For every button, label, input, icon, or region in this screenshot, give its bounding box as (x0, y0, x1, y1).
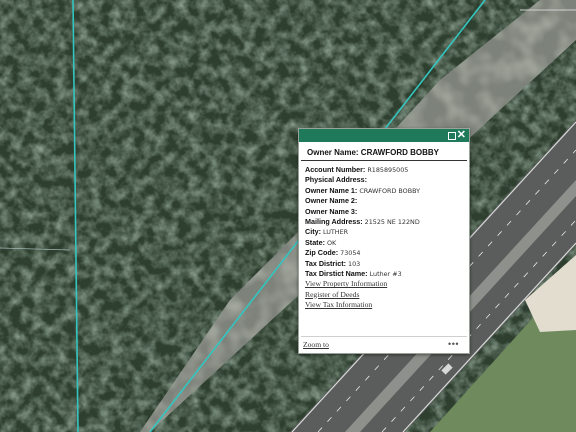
register-of-deeds-link[interactable]: Register of Deeds (305, 290, 463, 300)
popup-footer: Zoom to ••• (301, 336, 467, 353)
field-tax-district: Tax District: 103 (305, 258, 361, 268)
more-actions-icon[interactable]: ••• (448, 339, 459, 349)
popup-title: Owner Name: CRAWFORD BOBBY (301, 142, 467, 161)
field-tax-district-name: Tax Dirstict Name: Luther #3 (305, 269, 402, 279)
close-icon[interactable]: ✕ (457, 130, 466, 141)
field-mailing-address: Mailing Address: 21525 NE 122ND (305, 217, 420, 227)
field-owner-name-3: Owner Name 3: (305, 206, 358, 216)
field-owner-name-1: Owner Name 1: CRAWFORD BOBBY (305, 185, 421, 195)
popup-titlebar: ✕ (299, 129, 469, 142)
view-tax-information-link[interactable]: View Tax Information (305, 300, 463, 310)
parcel-info-popup[interactable]: ✕ Owner Name: CRAWFORD BOBBY Account Num… (298, 128, 470, 354)
attribute-list: Account Number: R185895005 Physical Addr… (299, 161, 469, 310)
maximize-icon[interactable] (448, 132, 456, 140)
field-zip-code: Zip Code: 73054 (305, 248, 361, 258)
zoom-to-link[interactable]: Zoom to (303, 340, 329, 349)
field-owner-name-2: Owner Name 2: (305, 196, 358, 206)
aerial-map[interactable] (0, 0, 576, 432)
field-state: State: OK (305, 237, 337, 247)
view-property-information-link[interactable]: View Property Information (305, 279, 463, 289)
field-city: City: LUTHER (305, 227, 349, 237)
field-account-number: Account Number: R185895005 (305, 165, 409, 174)
field-physical-address: Physical Address: (305, 175, 368, 185)
